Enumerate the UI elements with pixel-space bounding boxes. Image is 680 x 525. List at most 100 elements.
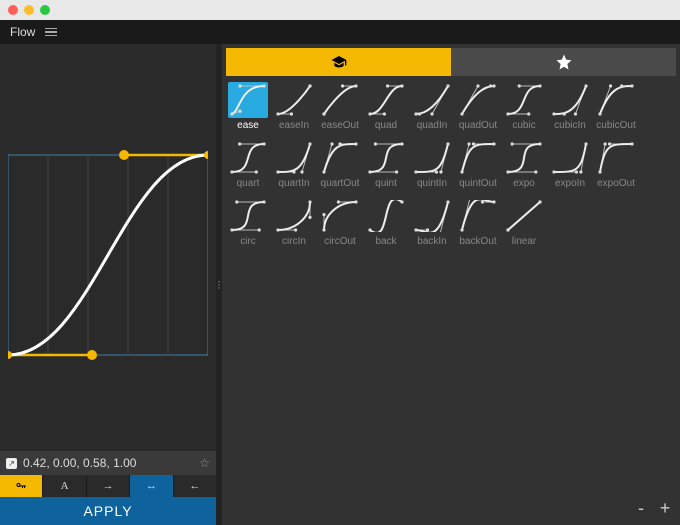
preset-label: quintOut — [457, 178, 499, 189]
preset-label: quartIn — [273, 178, 315, 189]
hamburger-icon[interactable] — [45, 28, 57, 37]
preset-cubicOut[interactable]: cubicOut — [594, 82, 638, 138]
preset-backIn[interactable]: backIn — [410, 198, 454, 254]
preset-label: easeIn — [273, 120, 315, 131]
preset-easeIn[interactable]: easeIn — [272, 82, 316, 138]
preset-expoOut[interactable]: expoOut — [594, 140, 638, 196]
app-title: Flow — [10, 25, 35, 39]
preset-cubicIn[interactable]: cubicIn — [548, 82, 592, 138]
preset-label: quadIn — [411, 120, 453, 131]
preset-ease[interactable]: ease — [226, 82, 270, 138]
preset-thumbnail — [366, 198, 406, 234]
preset-back[interactable]: back — [364, 198, 408, 254]
preset-panel: ease easeIn easeOu — [222, 44, 680, 525]
arrow-right-icon: → — [103, 480, 114, 492]
preset-label: cubicOut — [595, 120, 637, 131]
preset-expo[interactable]: expo — [502, 140, 546, 196]
expand-icon[interactable]: ↗ — [6, 458, 17, 469]
preset-thumbnail — [550, 82, 590, 118]
arrow-left-icon: ← — [189, 480, 200, 492]
preset-label: quart — [227, 178, 269, 189]
ease-both-button[interactable]: ↔ — [130, 475, 173, 497]
keyframe-button[interactable] — [0, 475, 43, 497]
preset-thumbnail — [274, 140, 314, 176]
preset-thumbnail — [458, 82, 498, 118]
preset-quadIn[interactable]: quadIn — [410, 82, 454, 138]
zoom-controls: - + — [634, 498, 672, 519]
favorite-toggle-icon[interactable]: ☆ — [199, 456, 210, 470]
star-icon — [555, 53, 573, 71]
preset-label: cubic — [503, 120, 545, 131]
preset-label: quint — [365, 178, 407, 189]
tab-library[interactable] — [226, 48, 451, 76]
preset-thumbnail — [458, 140, 498, 176]
window-close-icon[interactable] — [8, 5, 18, 15]
preset-label: quartOut — [319, 178, 361, 189]
preset-label: quintIn — [411, 178, 453, 189]
key-icon — [15, 480, 27, 492]
preset-quad[interactable]: quad — [364, 82, 408, 138]
ease-in-button[interactable]: → — [87, 475, 130, 497]
preset-label: expoOut — [595, 178, 637, 189]
preset-label: backOut — [457, 236, 499, 247]
menubar: Flow — [0, 20, 680, 44]
tab-favorites[interactable] — [451, 48, 676, 76]
preset-thumbnail — [274, 198, 314, 234]
preset-thumbnail — [366, 82, 406, 118]
preset-label: quad — [365, 120, 407, 131]
preset-thumbnail — [596, 82, 636, 118]
preset-circIn[interactable]: circIn — [272, 198, 316, 254]
window-zoom-icon[interactable] — [40, 5, 50, 15]
arrow-both-icon: ↔ — [146, 480, 157, 492]
preset-label: backIn — [411, 236, 453, 247]
preset-tabs — [226, 48, 676, 76]
preset-label: circOut — [319, 236, 361, 247]
preset-quadOut[interactable]: quadOut — [456, 82, 500, 138]
text-button[interactable]: A — [43, 475, 86, 497]
window-minimize-icon[interactable] — [24, 5, 34, 15]
preset-cubic[interactable]: cubic — [502, 82, 546, 138]
preset-label: ease — [227, 120, 269, 131]
preset-quintIn[interactable]: quintIn — [410, 140, 454, 196]
zoom-in-button[interactable]: + — [658, 498, 672, 519]
preset-thumbnail — [504, 140, 544, 176]
preset-thumbnail — [412, 140, 452, 176]
apply-button[interactable]: APPLY — [0, 497, 216, 525]
preset-quint[interactable]: quint — [364, 140, 408, 196]
bezier-curve-canvas[interactable] — [8, 125, 208, 385]
preset-thumbnail — [228, 82, 268, 118]
bezier-values-row: ↗ 0.42, 0.00, 0.58, 1.00 ☆ — [0, 451, 216, 475]
preset-quartOut[interactable]: quartOut — [318, 140, 362, 196]
preset-thumbnail — [274, 82, 314, 118]
preset-label: cubicIn — [549, 120, 591, 131]
preset-label: circ — [227, 236, 269, 247]
preset-linear[interactable]: linear — [502, 198, 546, 254]
preset-label: expoIn — [549, 178, 591, 189]
ease-out-button[interactable]: ← — [174, 475, 216, 497]
preset-thumbnail — [228, 198, 268, 234]
preset-thumbnail — [504, 82, 544, 118]
graduation-cap-icon — [329, 54, 349, 70]
preset-thumbnail — [320, 140, 360, 176]
preset-thumbnail — [412, 82, 452, 118]
preset-quartIn[interactable]: quartIn — [272, 140, 316, 196]
preset-thumbnail — [366, 140, 406, 176]
zoom-out-button[interactable]: - — [634, 498, 648, 519]
preset-easeOut[interactable]: easeOut — [318, 82, 362, 138]
preset-circOut[interactable]: circOut — [318, 198, 362, 254]
preset-circ[interactable]: circ — [226, 198, 270, 254]
bezier-values[interactable]: 0.42, 0.00, 0.58, 1.00 — [23, 456, 136, 470]
preset-label: quadOut — [457, 120, 499, 131]
preset-quintOut[interactable]: quintOut — [456, 140, 500, 196]
curve-editor[interactable] — [0, 44, 216, 451]
preset-thumbnail — [550, 140, 590, 176]
editor-panel: ↗ 0.42, 0.00, 0.58, 1.00 ☆ A → ↔ ← APPLY — [0, 44, 216, 525]
preset-expoIn[interactable]: expoIn — [548, 140, 592, 196]
window-titlebar — [0, 0, 680, 20]
preset-thumbnail — [412, 198, 452, 234]
preset-grid: ease easeIn easeOu — [222, 76, 680, 525]
preset-thumbnail — [320, 198, 360, 234]
preset-label: expo — [503, 178, 545, 189]
preset-quart[interactable]: quart — [226, 140, 270, 196]
preset-backOut[interactable]: backOut — [456, 198, 500, 254]
